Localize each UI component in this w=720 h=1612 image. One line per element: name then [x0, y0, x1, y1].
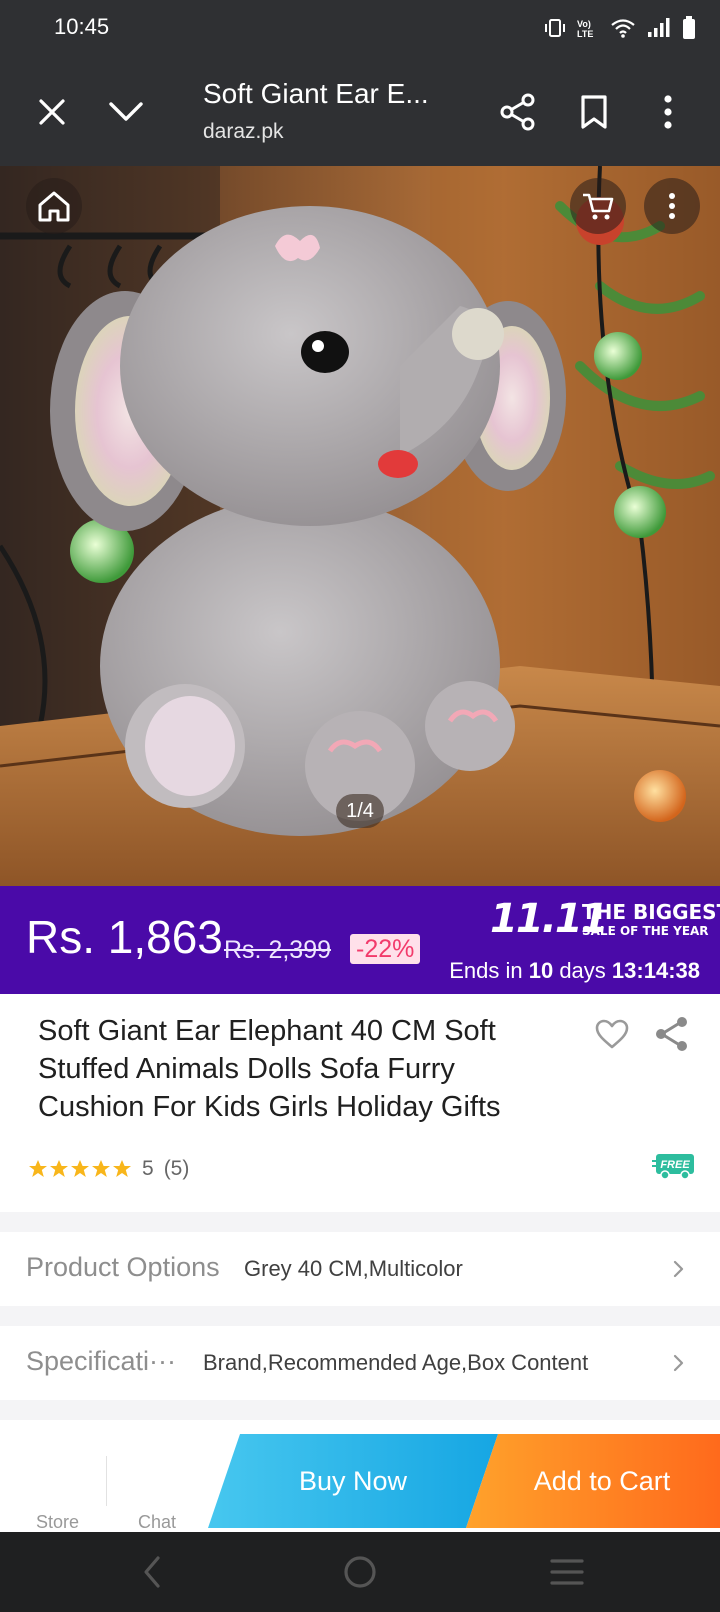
signal-icon: [648, 18, 670, 37]
free-shipping-badge: FREE: [652, 1152, 696, 1180]
countdown-prefix: Ends in: [449, 958, 523, 983]
star-icon: [113, 1160, 131, 1177]
chevron-right-icon: [673, 1260, 684, 1278]
price-banner: Rs. 1,863 Rs. 2,399 -22% 11.11 THE BIGGE…: [0, 886, 720, 994]
wifi-icon: [611, 19, 635, 38]
specifications-value: Brand,Recommended Age,Box Content: [203, 1350, 589, 1375]
custom-tab-toolbar: Soft Giant Ear E... daraz.pk: [0, 58, 720, 166]
page-title: Soft Giant Ear E...: [203, 78, 429, 109]
svg-text:Vo): Vo): [577, 19, 591, 29]
free-badge-text: FREE: [660, 1159, 690, 1171]
original-price: Rs. 2,399: [224, 936, 332, 964]
status-bar: 10:45 Vo) LTE: [0, 0, 720, 58]
countdown-days-label: days: [559, 958, 606, 983]
add-to-cart-button[interactable]: Add to Cart: [466, 1434, 720, 1528]
chat-button[interactable]: Chat: [138, 1512, 176, 1533]
section-divider: [0, 1306, 720, 1326]
cart-icon[interactable]: [570, 178, 626, 234]
rating-value: 5: [142, 1157, 154, 1180]
product-options-row[interactable]: Product Options Grey 40 CM,Multicolor: [0, 1232, 720, 1306]
back-icon[interactable]: [140, 1554, 164, 1590]
more-vertical-icon[interactable]: [640, 84, 696, 140]
product-options-label: Product Options: [26, 1252, 220, 1282]
heart-icon[interactable]: [592, 1014, 632, 1054]
svg-text:LTE: LTE: [577, 29, 593, 39]
vibrate-icon: [545, 19, 565, 37]
circle-home-icon[interactable]: [342, 1554, 378, 1590]
discount-badge: -22%: [350, 934, 421, 964]
recent-apps-icon[interactable]: [550, 1556, 584, 1588]
rating-row[interactable]: 5 (5): [28, 1154, 189, 1184]
chevron-right-icon: [673, 1354, 684, 1372]
product-options-value: Grey 40 CM,Multicolor: [244, 1256, 463, 1281]
star-icon: [71, 1160, 89, 1177]
review-count: (5): [163, 1157, 190, 1180]
product-photo-elephant: [0, 166, 720, 886]
more-options-icon[interactable]: [644, 178, 700, 234]
specifications-row[interactable]: Specificati··· Brand,Recommended Age,Box…: [0, 1326, 720, 1400]
star-icon: [92, 1160, 110, 1177]
buy-now-button[interactable]: Buy Now: [208, 1434, 498, 1528]
status-icons: Vo) LTE: [544, 14, 696, 42]
divider: [106, 1456, 107, 1506]
campaign-logo-line2: SALE OF THE YEAR: [582, 924, 709, 938]
share-product-icon[interactable]: [652, 1014, 692, 1054]
battery-icon: [683, 16, 695, 39]
system-navigation-bar: [0, 1532, 720, 1612]
bookmark-icon[interactable]: [566, 84, 622, 140]
section-divider: [0, 1400, 720, 1420]
star-icon: [50, 1160, 68, 1177]
status-time: 10:45: [54, 14, 110, 39]
image-counter: 1/4: [336, 794, 384, 828]
countdown-time: 13:14:38: [611, 958, 700, 983]
star-icon: [29, 1160, 47, 1177]
countdown-days: 10: [528, 958, 554, 983]
product-title: Soft Giant Ear Elephant 40 CM Soft Stuff…: [38, 1015, 501, 1123]
specifications-label: Specificati···: [26, 1346, 177, 1376]
share-icon[interactable]: [490, 84, 546, 140]
close-icon[interactable]: [24, 84, 80, 140]
volte-icon: Vo)LTE: [577, 19, 593, 39]
product-image[interactable]: [0, 166, 720, 886]
bottom-action-bar: Store Chat Buy Now Add to Cart: [0, 1420, 720, 1532]
chevron-down-icon[interactable]: [98, 84, 154, 140]
store-button[interactable]: Store: [36, 1512, 79, 1533]
page-url: daraz.pk: [203, 120, 284, 143]
section-divider: [0, 1212, 720, 1232]
rating-stars: [28, 1159, 132, 1179]
current-price: Rs. 1,863: [26, 911, 223, 963]
home-icon[interactable]: [26, 178, 82, 234]
sale-countdown: Ends in 10 days 13:14:38: [449, 958, 700, 984]
campaign-logo-line1: THE BIGGEST: [582, 900, 720, 924]
